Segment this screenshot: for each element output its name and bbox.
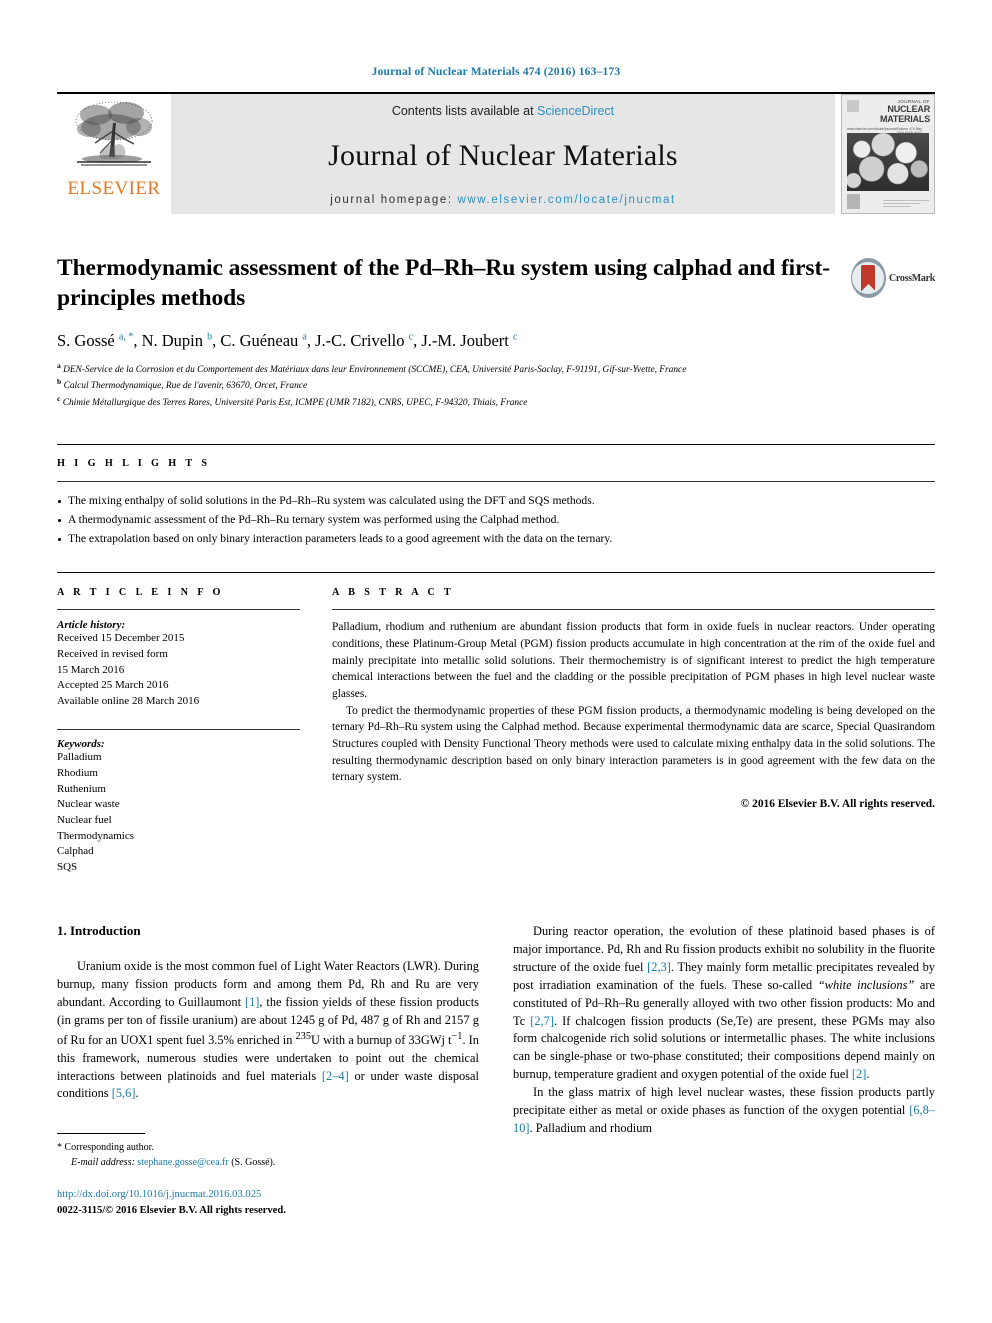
homepage-prefix: journal homepage:	[330, 194, 458, 206]
history-line: Available online 28 March 2016	[57, 694, 200, 707]
journal-title: Journal of Nuclear Materials	[328, 139, 678, 172]
email-link[interactable]: stephane.gosse@cea.fr	[137, 1157, 228, 1168]
banner-center: Contents lists available at ScienceDirec…	[171, 94, 835, 214]
journal-banner: ELSEVIER Contents lists available at Sci…	[57, 92, 935, 214]
abstract-paragraph: To predict the thermodynamic properties …	[332, 704, 935, 784]
affiliation-mark-c: c	[57, 393, 61, 403]
body-column-left: 1. Introduction Uranium oxide is the mos…	[57, 923, 479, 1218]
cover-header: JOURNAL OF NUCLEAR MATERIALS	[842, 99, 930, 124]
elsevier-tree-icon	[75, 101, 153, 166]
journal-cover-container: JOURNAL OF NUCLEAR MATERIALS www.elsevie…	[835, 94, 935, 214]
crossmark-badge-group[interactable]: CrossMark	[851, 254, 935, 298]
body-paragraph: In the glass matrix of high level nuclea…	[513, 1085, 935, 1135]
cover-footer-lines	[883, 200, 929, 209]
author-list: S. Gossé a, *, N. Dupin b, C. Guéneau a,…	[57, 331, 518, 351]
affiliation-c: c Chimie Métallurgique des Terres Rares,…	[57, 394, 935, 410]
body-column-right: During reactor operation, the evolution …	[513, 923, 935, 1218]
body-columns: 1. Introduction Uranium oxide is the mos…	[57, 923, 935, 1218]
affiliation-a-text: DEN-Service de la Corrosion et du Compor…	[63, 364, 687, 375]
highlights-divider	[57, 481, 935, 483]
article-info-label: A R T I C L E I N F O	[57, 587, 224, 599]
info-abstract-section: A R T I C L E I N F O Article history: R…	[57, 572, 935, 875]
journal-cover-thumbnail: JOURNAL OF NUCLEAR MATERIALS www.elsevie…	[841, 94, 935, 214]
highlights-label: H I G H L I G H T S	[57, 458, 211, 470]
paper-page: Journal of Nuclear Materials 474 (2016) …	[0, 0, 992, 1323]
affiliation-b: b Calcul Thermodynamique, Rue de l'aveni…	[57, 377, 935, 393]
keyword-item: Nuclear fuel	[57, 813, 112, 826]
page-title: Thermodynamic assessment of the Pd–Rh–Ru…	[57, 255, 830, 311]
issn-copyright-line: 0022-3115/© 2016 Elsevier B.V. All right…	[57, 1204, 286, 1216]
keyword-item: Thermodynamics	[57, 829, 134, 842]
affiliation-mark-b: b	[57, 377, 62, 387]
keyword-item: Nuclear waste	[57, 798, 120, 811]
highlights-top-rule: H I G H L I G H T S	[57, 444, 935, 469]
affiliation-c-text: Chimie Métallurgique des Terres Rares, U…	[62, 397, 528, 408]
corresponding-author-text: Corresponding author.	[64, 1142, 154, 1154]
keywords-block: Keywords: Palladium Rhodium Ruthenium Nu…	[57, 729, 300, 875]
doi-link[interactable]: http://dx.doi.org/10.1016/j.jnucmat.2016…	[57, 1187, 479, 1202]
contents-prefix: Contents lists available at	[391, 104, 538, 118]
history-line: 15 March 2016	[57, 663, 125, 676]
running-head: Journal of Nuclear Materials 474 (2016) …	[371, 66, 621, 78]
list-item: The mixing enthalpy of solid solutions i…	[57, 492, 935, 511]
abstract-copyright: © 2016 Elsevier B.V. All rights reserved…	[740, 797, 935, 810]
elsevier-logo: ELSEVIER	[57, 94, 171, 214]
abstract-divider	[332, 609, 935, 611]
abstract-column: A B S T R A C T Palladium, rhodium and r…	[332, 587, 935, 875]
crossmark-icon	[851, 258, 886, 298]
list-item: A thermodynamic assessment of the Pd–Rh–…	[57, 511, 935, 530]
history-line: Received in revised form	[57, 648, 168, 661]
footnote-block: * Corresponding author. E-mail address: …	[57, 1133, 479, 1218]
history-line: Received 15 December 2015	[57, 632, 185, 645]
section-heading-introduction: 1. Introduction	[57, 923, 141, 939]
title-main: Thermodynamic assessment of the Pd–Rh–Ru…	[57, 254, 851, 313]
body-paragraph: Uranium oxide is the most common fuel of…	[57, 959, 480, 1101]
abstract-paragraph: Palladium, rhodium and ruthenium are abu…	[332, 621, 935, 700]
doi-block: http://dx.doi.org/10.1016/j.jnucmat.2016…	[57, 1187, 479, 1218]
list-item: The extrapolation based on only binary i…	[57, 530, 935, 549]
crossmark-label: CrossMark	[888, 272, 935, 284]
keywords-divider	[57, 729, 300, 731]
highlights-section: H I G H L I G H T S The mixing enthalpy …	[57, 444, 935, 548]
article-info-column: A R T I C L E I N F O Article history: R…	[57, 587, 300, 875]
article-info-divider	[57, 609, 300, 611]
email-suffix: (S. Gossé).	[231, 1157, 276, 1169]
contents-available-line: Contents lists available at ScienceDirec…	[392, 104, 614, 118]
footnote-star-marker: *	[57, 1142, 62, 1154]
journal-homepage-link[interactable]: www.elsevier.com/locate/jnucmat	[457, 194, 675, 206]
cover-footer	[847, 194, 929, 209]
body-paragraph: During reactor operation, the evolution …	[513, 924, 935, 1082]
abstract-label: A B S T R A C T	[332, 587, 455, 599]
history-line: Accepted 25 March 2016	[57, 679, 169, 692]
keyword-item: SQS	[57, 860, 78, 873]
keywords-title: Keywords:	[57, 738, 105, 751]
elsevier-wordmark: ELSEVIER	[67, 178, 161, 199]
cover-micrograph-image	[847, 133, 929, 191]
keyword-item: Ruthenium	[57, 782, 106, 795]
corresponding-author-line: * Corresponding author.	[57, 1140, 479, 1155]
cover-publisher-logo-icon	[847, 194, 860, 209]
title-block: Thermodynamic assessment of the Pd–Rh–Ru…	[57, 254, 935, 313]
journal-homepage-line: journal homepage: www.elsevier.com/locat…	[330, 194, 676, 206]
keyword-item: Calphad	[57, 845, 94, 858]
cover-title-line2: NUCLEAR MATERIALS	[879, 104, 930, 124]
highlights-list: The mixing enthalpy of solid solutions i…	[57, 492, 935, 548]
affiliation-b-text: Calcul Thermodynamique, Rue de l'avenir,…	[63, 381, 308, 392]
email-line: E-mail address: stephane.gosse@cea.fr (S…	[57, 1155, 479, 1170]
keyword-item: Palladium	[57, 751, 102, 764]
article-history-title: Article history:	[57, 619, 126, 632]
affiliation-list: a DEN-Service de la Corrosion et du Comp…	[57, 361, 935, 410]
email-label: E-mail address:	[71, 1157, 135, 1169]
keyword-item: Rhodium	[57, 767, 98, 780]
affiliation-mark-a: a	[57, 360, 61, 370]
sciencedirect-link[interactable]: ScienceDirect	[537, 104, 614, 118]
crossmark-book-shape	[861, 265, 876, 291]
affiliation-a: a DEN-Service de la Corrosion et du Comp…	[57, 361, 935, 377]
